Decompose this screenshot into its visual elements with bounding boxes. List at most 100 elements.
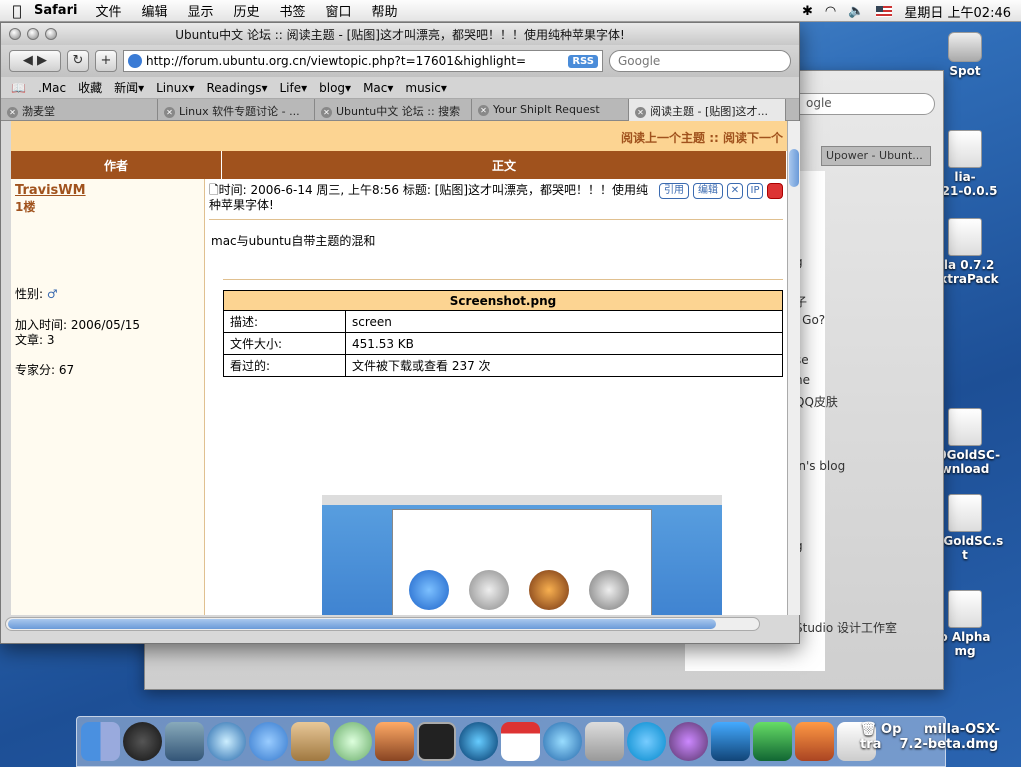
row-label: 看过的: — [223, 354, 346, 377]
address-book-icon[interactable] — [291, 722, 330, 761]
document-icon — [948, 130, 982, 168]
bookmarks-book-icon[interactable]: 📖 — [11, 81, 26, 95]
apple-menu-icon[interactable]:  — [0, 2, 34, 20]
author-name-link[interactable]: TravisWM — [15, 183, 200, 198]
tab-5-active[interactable]: ✕ 阅读主题 - [贴图]这才... — [629, 99, 786, 121]
tab-4[interactable]: ✕ Your ShipIt Request — [472, 99, 629, 121]
desktop-icon-dmg[interactable]: 🗑 Op milla-OSX- tra 7.2-beta.dmg — [860, 722, 1020, 752]
app-menu[interactable]: Safari — [34, 3, 77, 18]
bookmark-item[interactable]: 收藏 — [78, 79, 102, 96]
word-icon[interactable] — [711, 722, 750, 761]
add-bookmark-button[interactable]: + — [95, 50, 117, 72]
menu-help[interactable]: 帮助 — [372, 1, 398, 20]
scroll-thumb[interactable] — [789, 149, 799, 187]
bookmark-item[interactable]: 新闻▾ — [114, 79, 144, 96]
row-value: 文件被下载或查看 237 次 — [345, 354, 783, 377]
scroll-thumb[interactable] — [8, 619, 716, 629]
menu-edit[interactable]: 编辑 — [141, 1, 167, 20]
dock — [76, 716, 946, 767]
quote-button[interactable]: 引用 — [659, 183, 689, 199]
trash-icon: 🗑 — [860, 722, 877, 737]
volume-icon[interactable]: 🔈 — [848, 4, 864, 19]
ie-icon — [409, 570, 449, 610]
row-label: 文件大小: — [223, 332, 346, 355]
finder-icon[interactable] — [81, 722, 120, 761]
attachment-image[interactable] — [322, 495, 722, 615]
google-earth-icon[interactable] — [459, 722, 498, 761]
address-bar[interactable]: http://forum.ubuntu.org.cn/viewtopic.php… — [123, 50, 603, 72]
wifi-icon[interactable]: ◠ — [825, 4, 836, 19]
post-table-header: 作者 正文 — [11, 151, 787, 179]
rss-button[interactable]: RSS — [568, 54, 598, 68]
attachment: Screenshot.png 描述: screen 文件大小: 451.53 KB … — [223, 279, 783, 377]
bookmark-item[interactable]: .Mac — [38, 81, 66, 95]
menu-history[interactable]: 历史 — [233, 1, 259, 20]
reload-button[interactable]: ↻ — [67, 50, 89, 72]
author-panel: TravisWM 1楼 性别: ♂ 加入时间: 2006/05/15 文章: 3… — [11, 179, 205, 615]
tab-close-icon[interactable]: ✕ — [164, 107, 175, 118]
title-bar[interactable]: Ubuntu中文 论坛 :: 阅读主题 - [贴图]这才叫漂亮，都哭吧！！！使用… — [1, 23, 799, 45]
row-value: 451.53 KB — [345, 332, 783, 355]
clock[interactable]: 星期日 上午02:46 — [904, 2, 1011, 21]
tab-1[interactable]: ✕ 渤麦堂 — [1, 99, 158, 121]
report-icon[interactable] — [767, 183, 783, 199]
menu-window[interactable]: 窗口 — [326, 1, 352, 20]
bluetooth-icon[interactable]: ✱ — [802, 4, 813, 19]
powerpoint-icon[interactable] — [795, 722, 834, 761]
shot-file-window — [392, 509, 652, 615]
terminal-icon[interactable] — [417, 722, 456, 761]
tab-close-icon[interactable]: ✕ — [7, 107, 18, 118]
system-preferences-icon[interactable] — [585, 722, 624, 761]
post-meta: 时间: 2006-6-14 周三, 上午8:56 标题: [贴图]这才叫漂亮，都… — [209, 183, 649, 212]
menu-file[interactable]: 文件 — [95, 1, 121, 20]
installer-icon — [469, 570, 509, 610]
ical-icon[interactable] — [501, 722, 540, 761]
iphoto-icon[interactable] — [375, 722, 414, 761]
tab-close-icon[interactable]: ✕ — [478, 105, 489, 116]
dashboard-icon[interactable] — [123, 722, 162, 761]
input-source-flag-icon[interactable] — [876, 5, 893, 17]
body-column-header: 正文 — [222, 151, 787, 179]
bookmark-item[interactable]: blog▾ — [319, 81, 351, 95]
topic-nav-links[interactable]: 阅读上一个主题 :: 阅读下一个 — [11, 121, 787, 151]
tab-3[interactable]: ✕ Ubuntu中文 论坛 :: 搜索 — [315, 99, 472, 121]
delete-icon[interactable]: ✕ — [727, 183, 743, 199]
bg-search-field[interactable]: ogle — [785, 93, 935, 115]
gender-label: 性别: — [15, 287, 44, 301]
url-text[interactable]: http://forum.ubuntu.org.cn/viewtopic.php… — [146, 54, 568, 68]
google-search-field[interactable]: Google — [609, 50, 791, 72]
ip-button[interactable]: IP — [747, 183, 763, 199]
sync-icon — [589, 570, 629, 610]
quicktime-icon[interactable] — [543, 722, 582, 761]
excel-icon[interactable] — [753, 722, 792, 761]
attachment-filename[interactable]: Screenshot.png — [223, 290, 783, 311]
tab-close-icon[interactable]: ✕ — [321, 107, 332, 118]
tab-2[interactable]: ✕ Linux 软件专题讨论 - ... — [158, 99, 315, 121]
vertical-scrollbar[interactable] — [787, 121, 800, 615]
edit-button[interactable]: 编辑 — [693, 183, 723, 199]
page-content: 阅读上一个主题 :: 阅读下一个 作者 正文 TravisWM 1楼 性别: ♂… — [11, 121, 787, 615]
bg-tab[interactable]: Upower - Ubunt... — [821, 146, 931, 166]
tab-close-icon[interactable]: ✕ — [635, 107, 646, 118]
bookmark-item[interactable]: music▾ — [405, 81, 447, 95]
ichat-icon[interactable] — [249, 722, 288, 761]
bookmark-item[interactable]: Mac▾ — [363, 81, 393, 95]
bookmark-item[interactable]: Readings▾ — [206, 81, 267, 95]
tab-bar: ✕ 渤麦堂 ✕ Linux 软件专题讨论 - ... ✕ Ubuntu中文 论坛 ::… — [1, 99, 799, 121]
post-icon: 🗋 — [209, 183, 219, 197]
bg-text-line: QQ皮肤 — [795, 395, 838, 409]
menu-view[interactable]: 显示 — [187, 1, 213, 20]
author-column-header: 作者 — [11, 151, 222, 179]
attachment-table: Screenshot.png 描述: screen 文件大小: 451.53 KB … — [223, 290, 783, 377]
bookmark-item[interactable]: Life▾ — [279, 81, 307, 95]
mail-icon[interactable] — [165, 722, 204, 761]
skype-icon[interactable] — [627, 722, 666, 761]
back-forward-button[interactable]: ◀ ▶ — [9, 50, 61, 72]
firefox-icon[interactable] — [669, 722, 708, 761]
author-joined: 加入时间: 2006/05/15 — [15, 318, 141, 332]
itunes-icon[interactable] — [333, 722, 372, 761]
bookmark-item[interactable]: Linux▾ — [156, 81, 194, 95]
menu-bookmarks[interactable]: 书签 — [280, 1, 306, 20]
horizontal-scrollbar[interactable] — [5, 617, 760, 631]
safari-icon[interactable] — [207, 722, 246, 761]
